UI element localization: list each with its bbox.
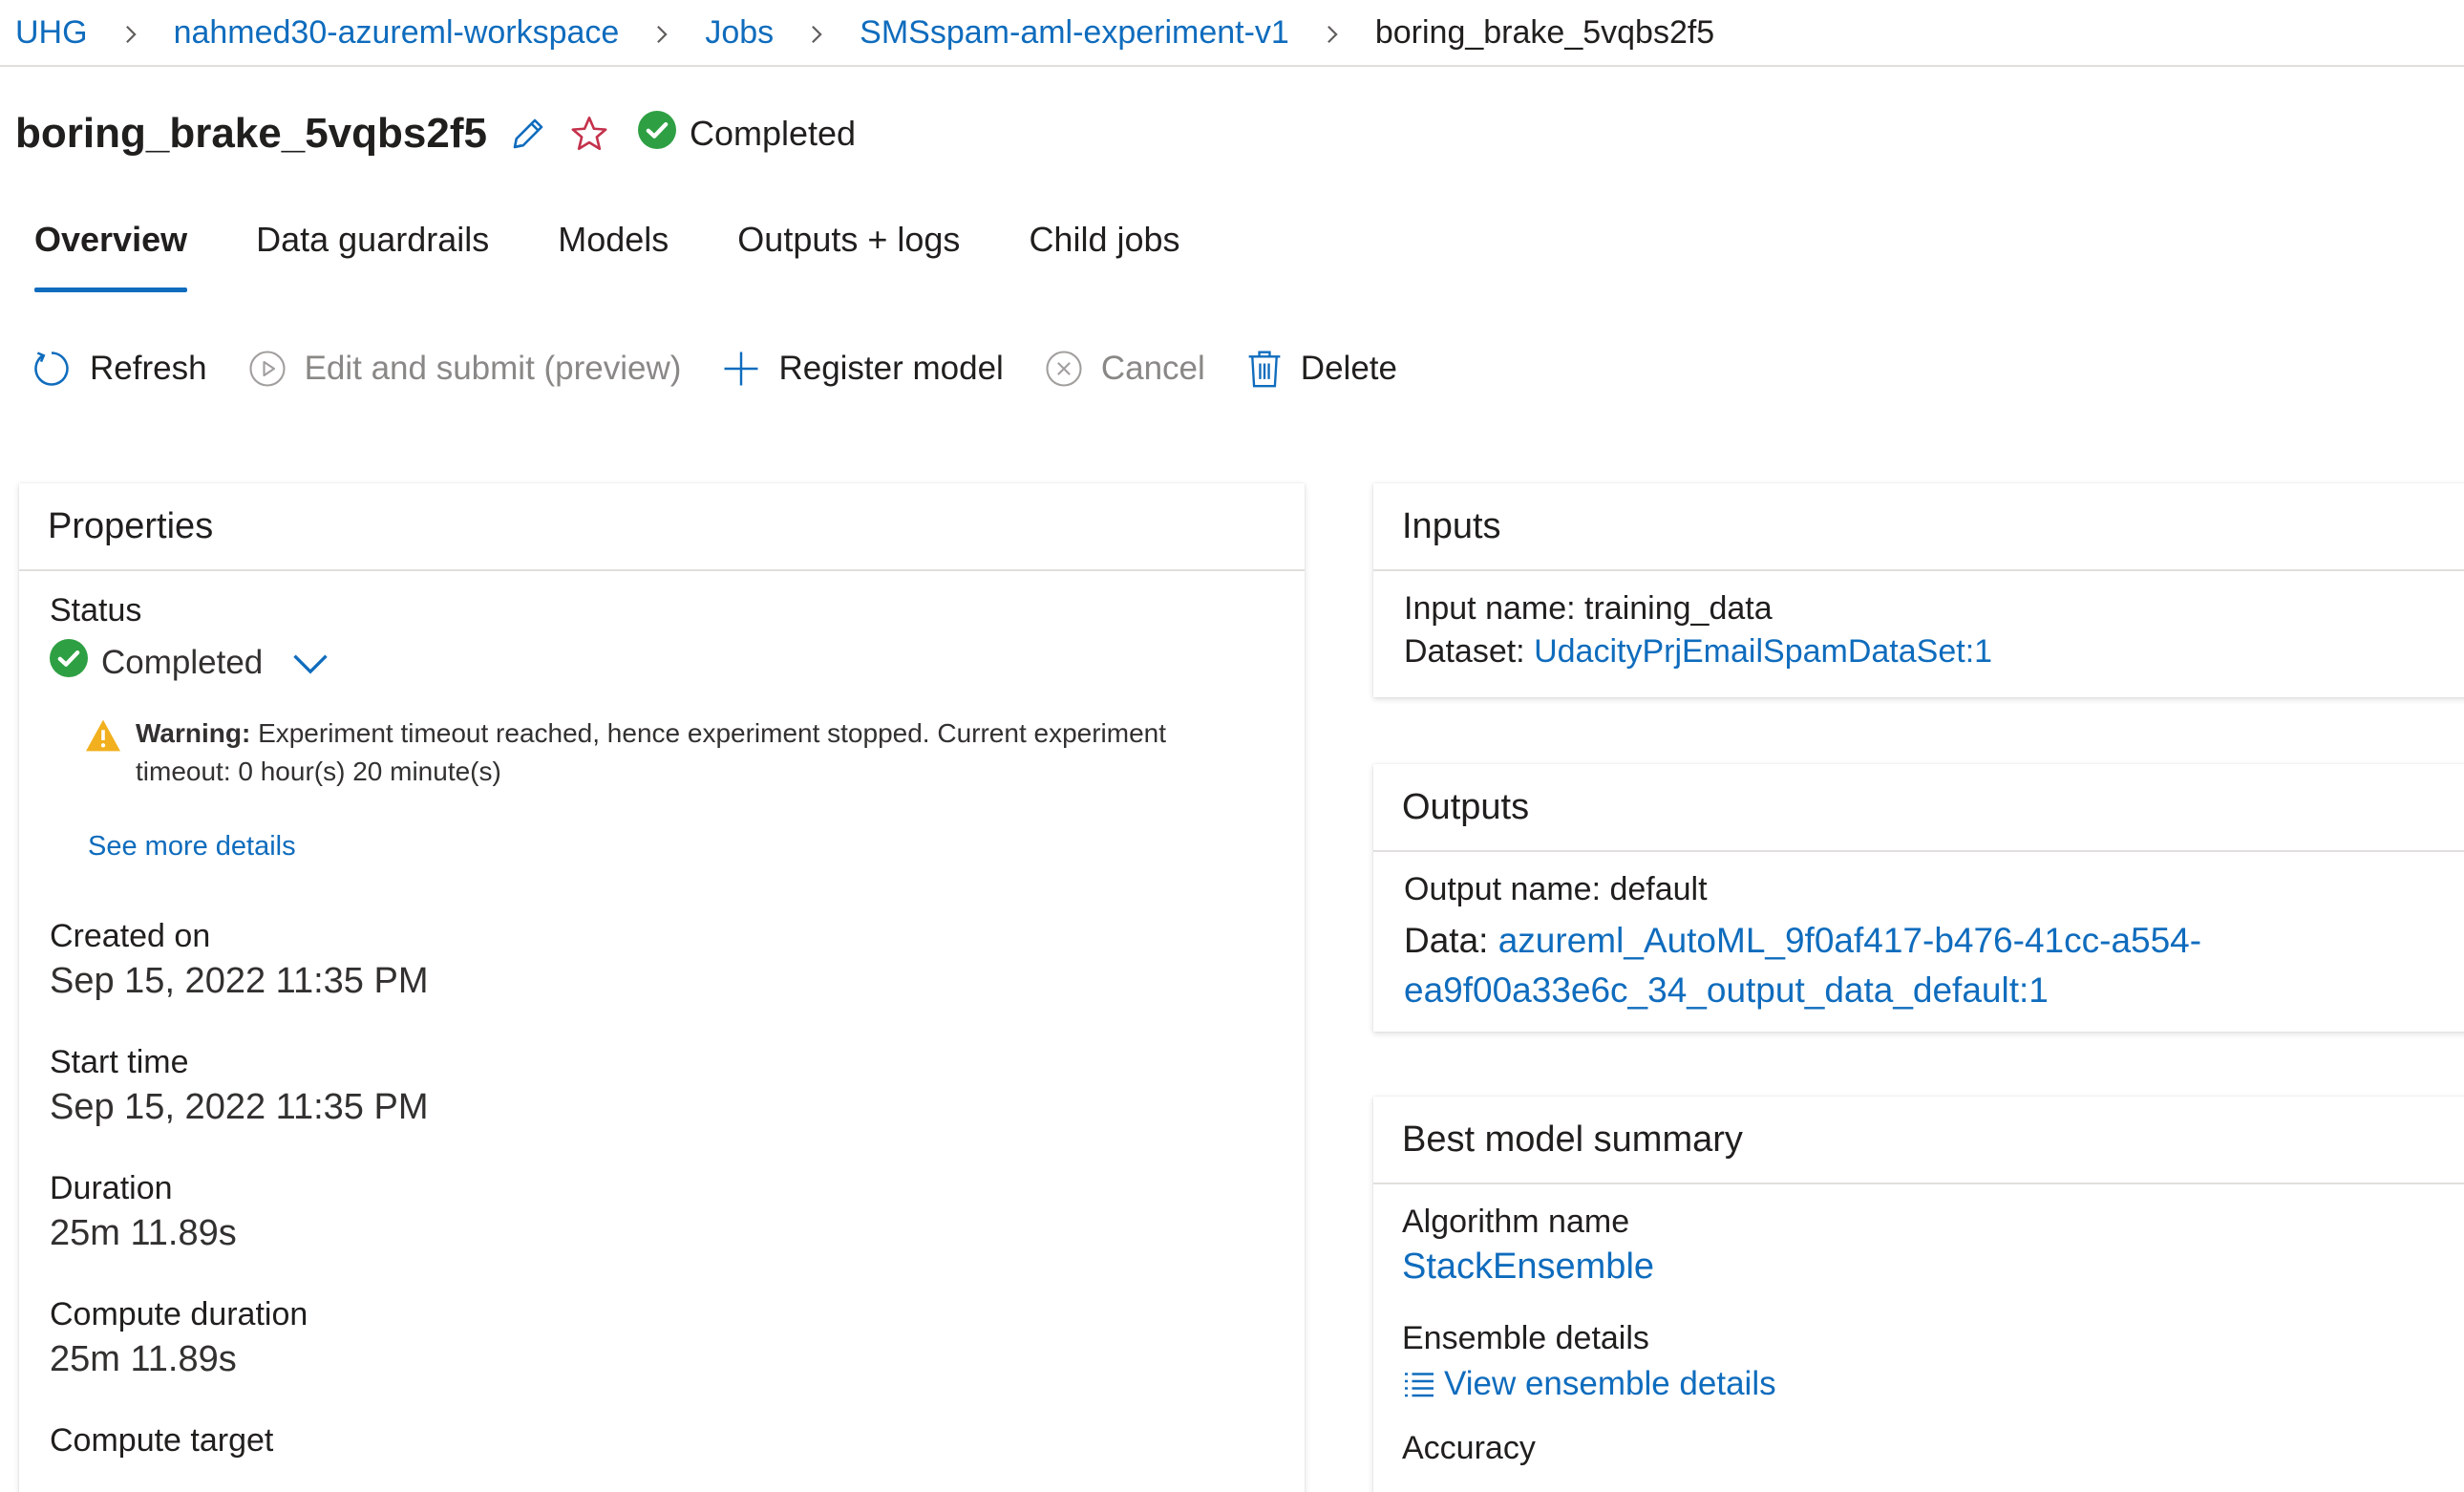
cancel-button[interactable]: Cancel [1044,349,1205,389]
start-time-label: Start time [50,1044,189,1080]
tab-bar: Overview Data guardrails Models Outputs … [34,212,1249,292]
breadcrumb-item-workspace[interactable]: nahmed30-azureml-workspace [174,14,620,52]
refresh-button[interactable]: Refresh [31,348,207,390]
outputs-card: Outputs Output name: default Data: azure… [1373,764,2464,1032]
favorite-star-icon[interactable] [569,114,609,154]
tab-overview[interactable]: Overview [34,212,188,292]
outputs-title: Outputs [1373,764,2464,852]
breadcrumb: UHG nahmed30-azureml-workspace Jobs SMSs… [0,0,2464,67]
inputs-body: Input name: training_data Dataset: Udaci… [1373,571,2464,671]
breadcrumb-item-uhg[interactable]: UHG [15,14,88,52]
input-name-label: Input name: [1404,590,1576,627]
delete-button[interactable]: Delete [1245,348,1397,390]
start-time-value: Sep 15, 2022 11:35 PM [50,1087,429,1127]
command-bar: Refresh Edit and submit (preview) Regist… [31,340,1437,397]
output-data-link[interactable]: azureml_AutoML_9f0af417-b476-41cc-a554- [1498,921,2201,960]
warning-text-block: Warning: Experiment timeout reached, hen… [136,714,1268,791]
tab-outputs-logs[interactable]: Outputs + logs [737,212,960,292]
input-name-row: Input name: training_data [1404,590,2453,628]
tab-child-jobs[interactable]: Child jobs [1029,212,1179,292]
chevron-right-icon [619,14,705,52]
output-data-label: Data: [1404,921,1489,960]
properties-body: Status Completed Warning: Experiment tim… [19,592,1305,1460]
status-label: Status [50,592,142,629]
output-data-link-continued[interactable]: ea9f00a33e6c_34_output_data_default:1 [1404,970,2049,1010]
input-name-value: training_data [1584,590,1773,627]
inputs-title: Inputs [1373,483,2464,571]
accuracy-label: Accuracy [1402,1430,1536,1466]
duration-value: 25m 11.89s [50,1213,237,1253]
properties-card: Properties Status Completed Warning: Exp… [19,483,1305,1492]
best-model-summary-card: Best model summary Algorithm name StackE… [1373,1097,2464,1492]
edit-pencil-icon[interactable] [508,114,548,154]
refresh-icon [31,348,73,390]
view-ensemble-details-label: View ensemble details [1444,1365,1776,1402]
edit-submit-button[interactable]: Edit and submit (preview) [247,349,682,389]
created-on-label: Created on [50,918,211,954]
page-title: boring_brake_5vqbs2f5 [15,110,487,157]
warning-prefix: Warning: [136,718,251,748]
see-more-details-link[interactable]: See more details [88,831,1276,863]
register-model-button[interactable]: Register model [721,349,1004,389]
title-row: boring_brake_5vqbs2f5 Completed [15,103,856,164]
breadcrumb-item-jobs[interactable]: Jobs [705,14,774,52]
chevron-right-icon [88,14,174,52]
delete-label: Delete [1300,350,1397,387]
compute-duration-label: Compute duration [50,1296,308,1332]
header-status-text: Completed [689,114,857,153]
warning-message: Warning: Experiment timeout reached, hen… [84,714,1268,791]
edit-submit-label: Edit and submit (preview) [304,350,682,387]
success-check-icon [637,110,676,158]
best-model-title: Best model summary [1373,1097,2464,1184]
trash-icon [1245,348,1284,390]
breadcrumb-item-experiment[interactable]: SMSspam-aml-experiment-v1 [860,14,1289,52]
dataset-label: Dataset: [1404,633,1525,670]
best-model-body: Algorithm name StackEnsemble Ensemble de… [1373,1184,2464,1467]
view-ensemble-details-link[interactable]: View ensemble details [1402,1365,2453,1403]
warning-text: Experiment timeout reached, hence experi… [136,718,1167,786]
dataset-row: Dataset: UdacityPrjEmailSpamDataSet:1 [1404,633,2453,671]
warning-icon [84,718,122,791]
output-data-row: Data: azureml_AutoML_9f0af417-b476-41cc-… [1404,916,2453,1015]
algorithm-name-label: Algorithm name [1402,1204,1630,1240]
play-circle-icon [247,349,287,389]
tab-models[interactable]: Models [558,212,669,292]
compute-target-label: Compute target [50,1422,274,1459]
success-check-icon [50,639,88,686]
breadcrumb-current: boring_brake_5vqbs2f5 [1374,13,1715,51]
register-model-label: Register model [778,350,1004,387]
tab-data-guardrails[interactable]: Data guardrails [256,212,489,292]
inputs-card: Inputs Input name: training_data Dataset… [1373,483,2464,697]
refresh-label: Refresh [90,350,207,387]
properties-title: Properties [19,483,1305,571]
ensemble-details-label: Ensemble details [1402,1320,1649,1356]
cancel-label: Cancel [1100,350,1205,387]
compute-duration-value: 25m 11.89s [50,1339,237,1379]
output-name-value: default [1609,871,1708,907]
output-name-row: Output name: default [1404,871,2453,908]
cancel-circle-icon [1044,349,1084,389]
list-icon [1402,1370,1436,1398]
algorithm-name-link[interactable]: StackEnsemble [1402,1247,2453,1288]
chevron-right-icon [774,14,860,52]
status-value: Completed [101,643,264,681]
status-row: Completed [50,639,1276,686]
header-status: Completed [637,110,857,158]
add-icon [721,349,761,389]
dataset-link[interactable]: UdacityPrjEmailSpamDataSet:1 [1534,633,1992,670]
duration-label: Duration [50,1170,173,1206]
chevron-right-icon [1289,14,1375,52]
chevron-down-icon[interactable] [289,649,331,677]
output-name-label: Output name: [1404,871,1602,907]
outputs-body: Output name: default Data: azureml_AutoM… [1373,852,2464,1015]
created-on-value: Sep 15, 2022 11:35 PM [50,961,429,1001]
